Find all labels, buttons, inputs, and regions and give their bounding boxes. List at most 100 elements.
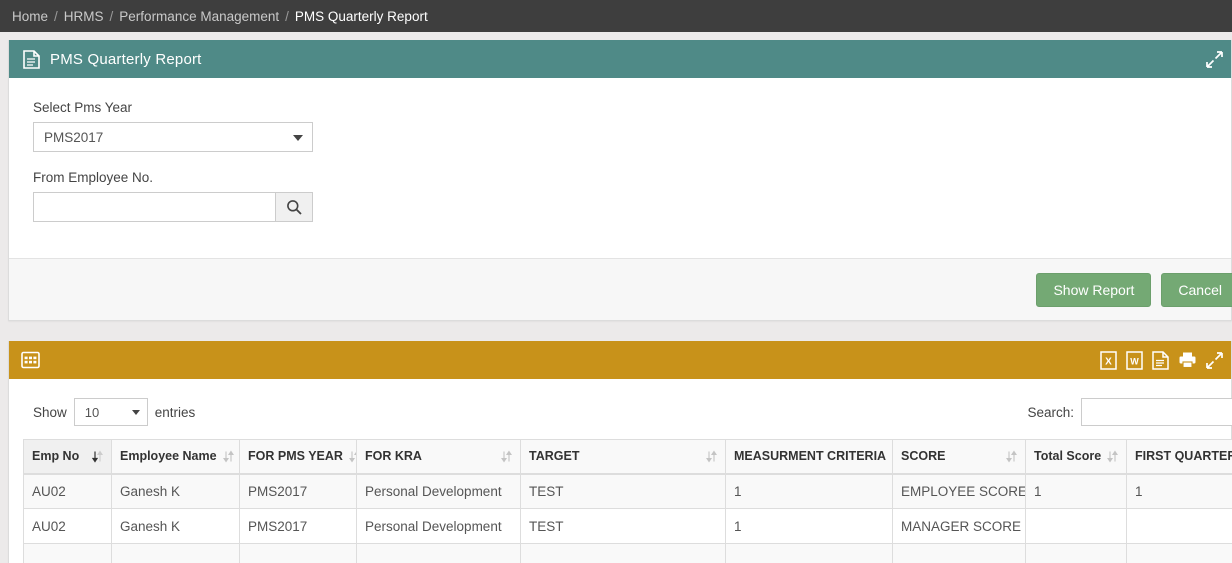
page-length-select[interactable]: 10 — [73, 398, 148, 426]
column-label: Employee Name — [120, 449, 217, 464]
table-cell-measurment-criteria — [725, 543, 893, 563]
table-cell-employee-name — [111, 543, 240, 563]
table-header-employee-name[interactable]: Employee Name — [111, 439, 240, 475]
page-content: PMS Quarterly Report Select Pms Year PMS… — [0, 32, 1232, 563]
table-header-for-kra[interactable]: FOR KRA — [356, 439, 521, 475]
table-cell-emp-no: AU02 — [23, 473, 112, 509]
table-cell-total-score — [1025, 543, 1127, 563]
table-cell-target — [520, 543, 726, 563]
breadcrumb-item-performance-management[interactable]: Performance Management — [119, 9, 279, 24]
breadcrumb-item-home[interactable]: Home — [12, 9, 48, 24]
report-results-panel: X W Show 10 entries Search: Emp No Emplo… — [8, 341, 1232, 563]
table-header-target[interactable]: TARGET — [520, 439, 726, 475]
breadcrumb-separator: / — [109, 8, 114, 24]
table-row[interactable] — [23, 543, 1232, 563]
table-cell-first-quarter: 1 — [1126, 473, 1232, 509]
table-cell-score: EMPLOYEE SCORE — [892, 473, 1026, 509]
report-filter-panel-title: PMS Quarterly Report — [50, 50, 202, 68]
table-search-input[interactable] — [1081, 398, 1232, 426]
table-cell-score: MANAGER SCORE — [892, 508, 1026, 544]
export-pdf-icon[interactable] — [1152, 350, 1169, 370]
breadcrumb-item-hrms[interactable]: HRMS — [64, 9, 104, 24]
table-cell-measurment-criteria: 1 — [725, 508, 893, 544]
column-label: Total Score — [1034, 449, 1102, 464]
table-cell-first-quarter — [1126, 508, 1232, 544]
table-header-total-score[interactable]: Total Score — [1025, 439, 1127, 475]
column-label: TARGET — [529, 449, 580, 464]
export-word-icon[interactable]: W — [1126, 350, 1143, 370]
employee-no-input-group — [33, 192, 313, 222]
table-grid-icon — [21, 351, 40, 369]
breadcrumb-separator: / — [54, 8, 58, 24]
report-filter-panel-header: PMS Quarterly Report — [9, 40, 1231, 78]
sort-ascending-icon — [91, 450, 104, 463]
pms-year-selected-value: PMS2017 — [44, 129, 104, 145]
sort-neutral-icon — [222, 450, 234, 463]
table-cell-target: TEST — [520, 473, 726, 509]
table-header-emp-no[interactable]: Emp No — [23, 439, 112, 475]
sort-neutral-icon — [348, 450, 356, 463]
report-filter-panel: PMS Quarterly Report Select Pms Year PMS… — [8, 40, 1232, 321]
report-results-body: Show 10 entries Search: Emp No Employee N… — [9, 379, 1232, 563]
table-cell-for-pms-year: PMS2017 — [239, 508, 357, 544]
table-cell-for-kra — [356, 543, 521, 563]
breadcrumb: Home / HRMS / Performance Management / P… — [0, 0, 1232, 32]
document-icon — [23, 49, 40, 69]
report-filter-form: Select Pms Year PMS2017 From Employee No… — [9, 78, 1231, 258]
page-length-value: 10 — [84, 404, 100, 420]
expand-arrows-icon[interactable] — [1206, 50, 1223, 68]
sort-neutral-icon — [1107, 450, 1119, 463]
breadcrumb-item-pms-quarterly-report: PMS Quarterly Report — [294, 8, 428, 24]
column-label: FOR KRA — [365, 449, 422, 464]
table-cell-for-kra: Personal Development — [356, 508, 521, 544]
column-label: FOR PMS YEAR — [248, 449, 343, 464]
datatable-controls: Show 10 entries Search: — [9, 393, 1232, 431]
table-header-for-pms-year[interactable]: FOR PMS YEAR — [239, 439, 357, 475]
table-cell-total-score: 1 — [1025, 473, 1127, 509]
search-label: Search: — [1027, 404, 1074, 420]
table-cell-for-kra: Personal Development — [356, 473, 521, 509]
export-excel-icon[interactable]: X — [1100, 350, 1117, 370]
table-header-measurment-criteria[interactable]: MEASURMENT CRITERIA — [725, 439, 893, 475]
table-row[interactable]: AU02 Ganesh K PMS2017 Personal Development T… — [23, 508, 1232, 544]
column-label: SCORE — [901, 449, 946, 464]
table-cell-for-pms-year: PMS2017 — [239, 473, 357, 509]
table-cell-emp-no: AU02 — [23, 508, 112, 544]
table-cell-first-quarter — [1126, 543, 1232, 563]
table-search-control: Search: — [1027, 398, 1232, 426]
report-results-table: Emp No Employee Name FOR PMS YEAR FOR KRA TA… — [23, 439, 1232, 563]
report-results-panel-header: X W — [9, 341, 1231, 379]
table-cell-for-pms-year — [239, 543, 357, 563]
breadcrumb-separator: / — [285, 8, 289, 24]
panel-spacer — [8, 321, 1232, 341]
table-header-score[interactable]: SCORE — [892, 439, 1026, 475]
table-header-row: Emp No Employee Name FOR PMS YEAR FOR KRA TA… — [23, 439, 1232, 475]
chevron-down-icon — [293, 135, 303, 141]
table-cell-total-score — [1025, 508, 1127, 544]
page-length-control: Show 10 entries — [33, 398, 195, 426]
column-label: MEASURMENT CRITERIA — [734, 449, 887, 464]
search-icon — [286, 199, 302, 215]
column-label: FIRST QUARTER — [1135, 449, 1232, 464]
pms-year-label: Select Pms Year — [33, 100, 133, 115]
print-icon[interactable] — [1178, 351, 1197, 369]
table-row[interactable]: AU02 Ganesh K PMS2017 Personal Development T… — [23, 473, 1232, 509]
sort-neutral-icon — [705, 450, 718, 463]
svg-text:W: W — [1130, 356, 1139, 366]
show-label: Show — [33, 404, 67, 420]
svg-text:X: X — [1105, 356, 1112, 367]
cancel-button[interactable]: Cancel — [1161, 272, 1232, 307]
entries-label: entries — [154, 404, 196, 420]
pms-year-select[interactable]: PMS2017 — [33, 122, 313, 152]
employee-no-search-button[interactable] — [275, 192, 313, 222]
sort-neutral-icon — [500, 450, 513, 463]
report-filter-panel-footer: Show Report Cancel — [9, 258, 1232, 320]
table-header-first-quarter[interactable]: FIRST QUARTER — [1126, 439, 1232, 475]
show-report-button[interactable]: Show Report — [1036, 272, 1152, 307]
employee-no-input[interactable] — [33, 192, 275, 222]
sort-neutral-icon — [1005, 450, 1018, 463]
expand-arrows-icon[interactable] — [1206, 351, 1223, 369]
table-body: AU02 Ganesh K PMS2017 Personal Development T… — [23, 473, 1232, 563]
chevron-down-icon — [131, 410, 140, 415]
table-cell-employee-name: Ganesh K — [111, 473, 240, 509]
